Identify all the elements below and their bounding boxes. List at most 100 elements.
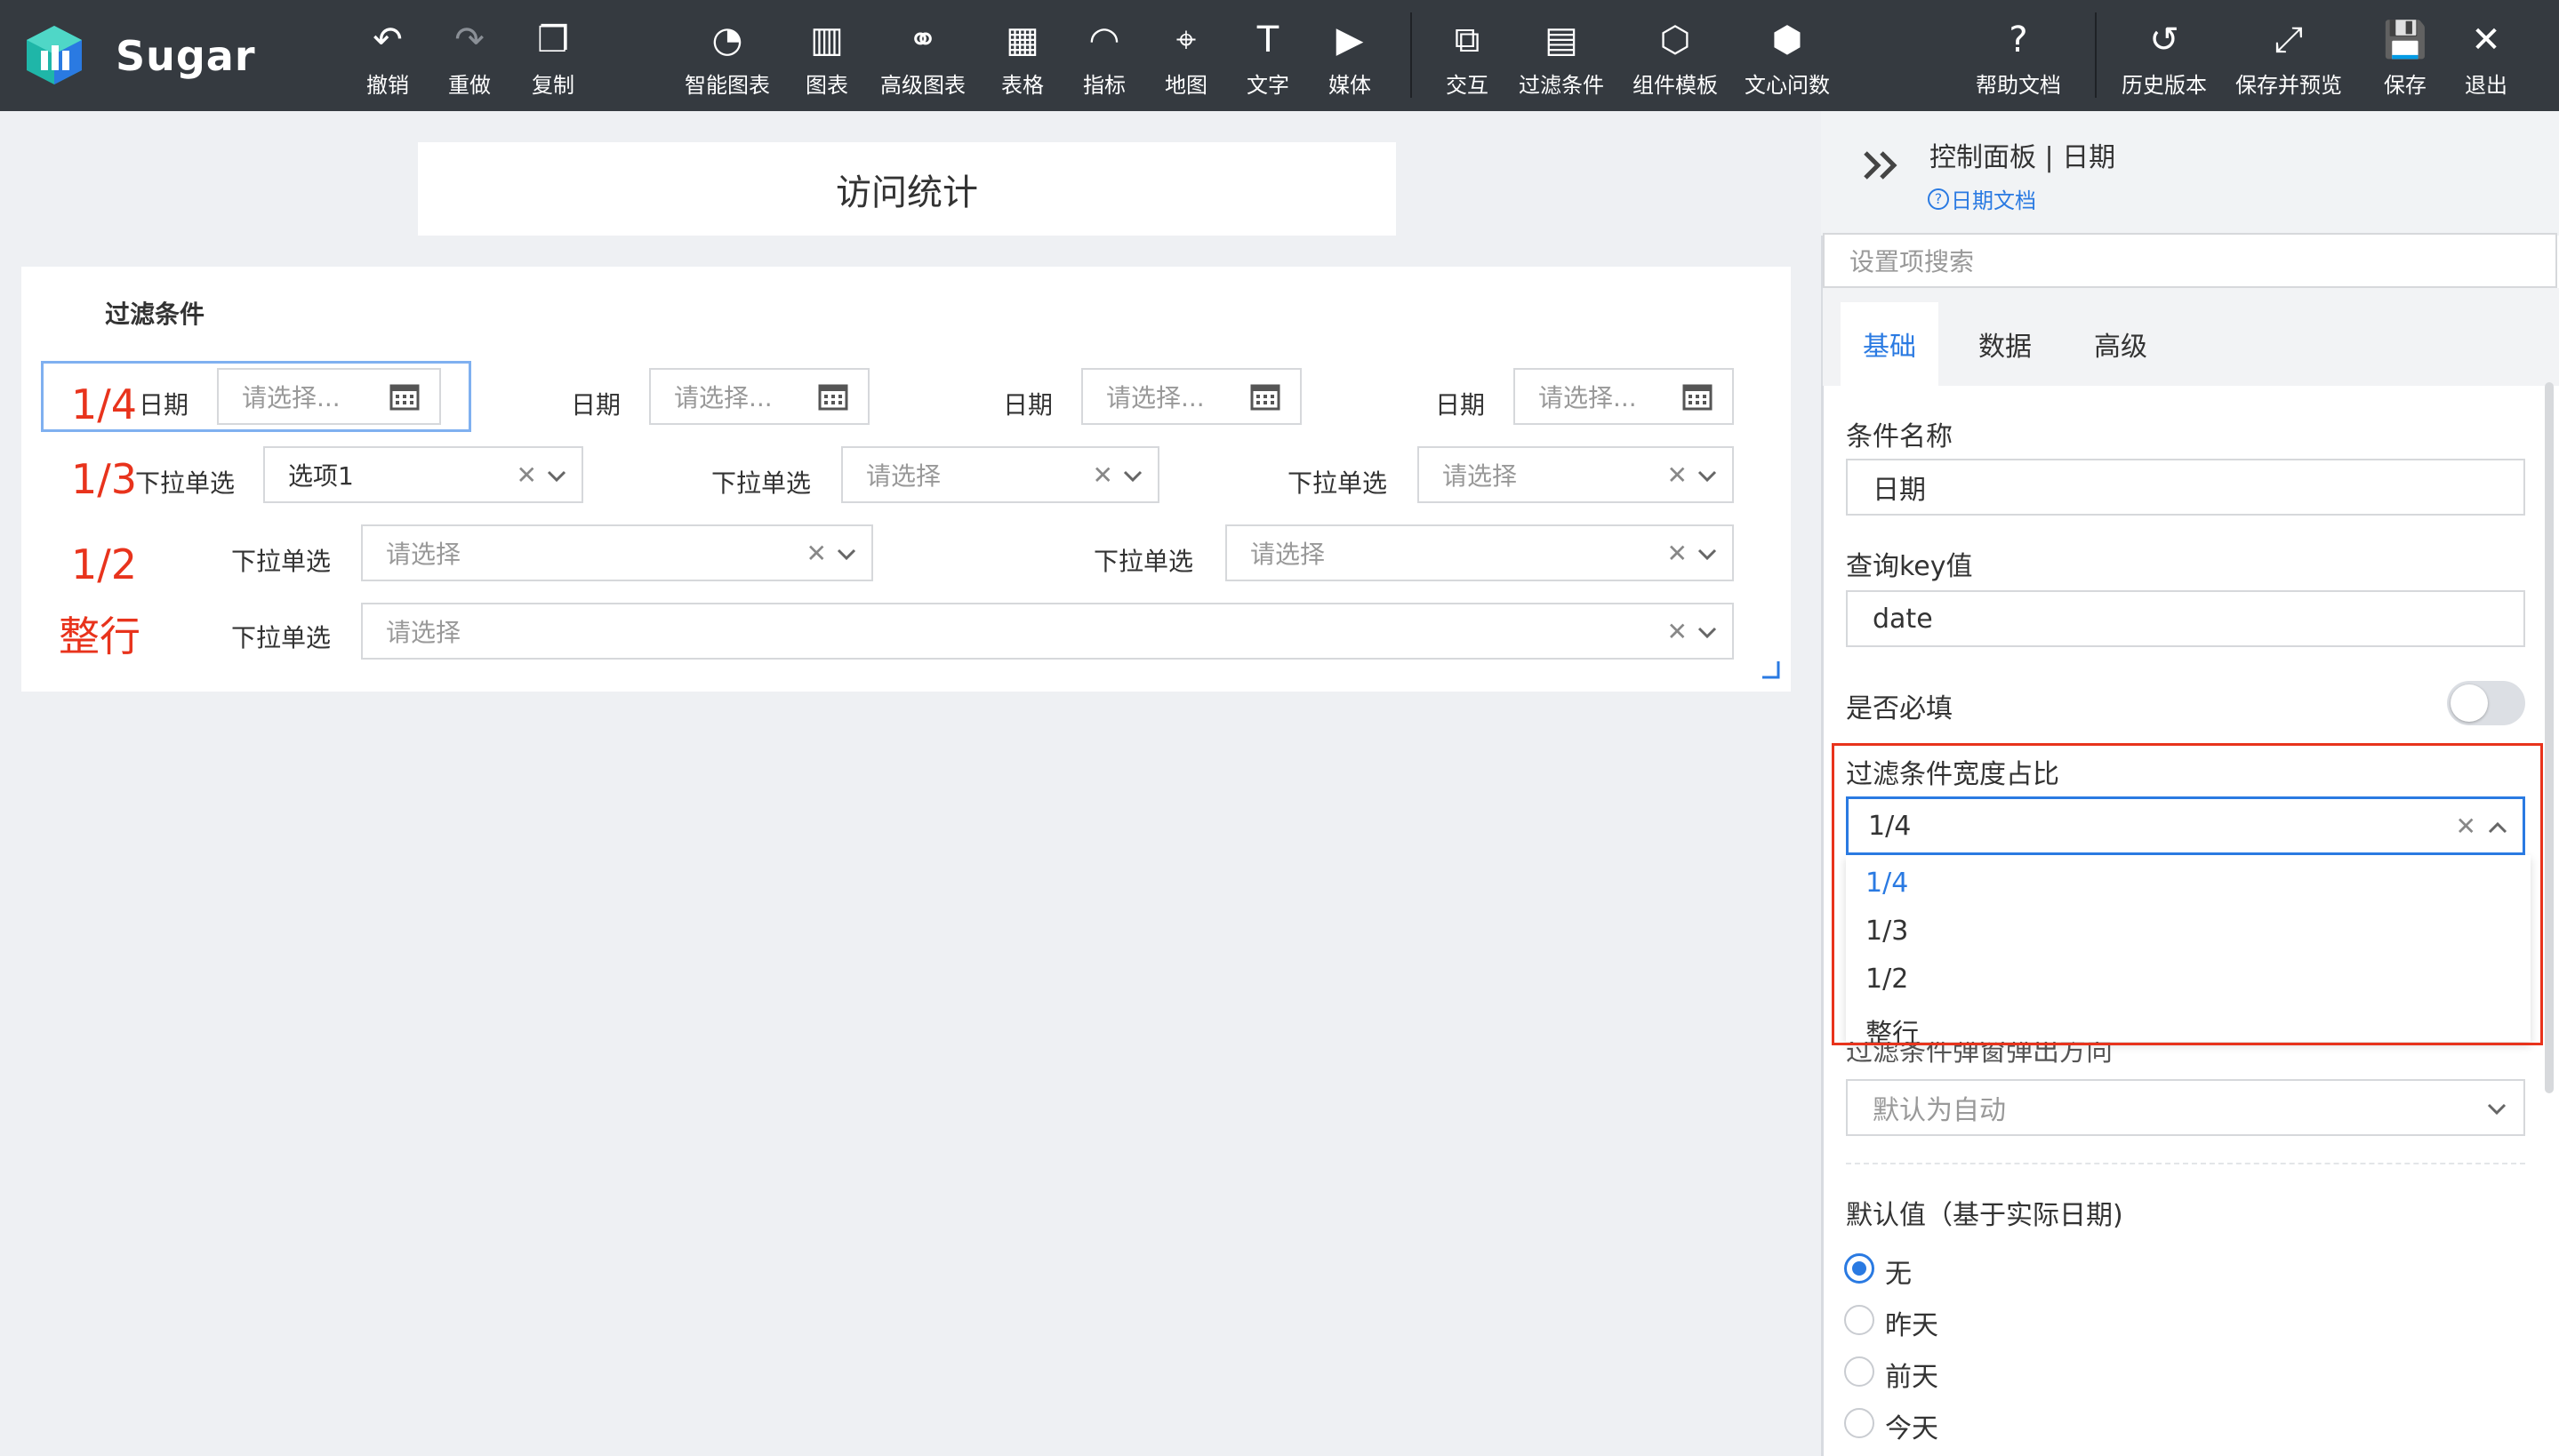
calendar-icon (1250, 384, 1280, 411)
chevron-down-icon (1123, 470, 1143, 483)
highlight-box (1832, 743, 2543, 1045)
exit-label: 退出 (2465, 73, 2507, 98)
undo-button[interactable]: ↶ 撤销 (366, 16, 409, 105)
redo-icon: ↷ (454, 20, 485, 60)
clear-icon[interactable]: ✕ (1667, 617, 1688, 646)
clear-icon[interactable]: ✕ (1667, 460, 1688, 490)
tab-data[interactable]: 数据 (1956, 302, 2054, 386)
exit-button[interactable]: ✕ 退出 (2465, 16, 2507, 105)
annotation-half: 1/2 (71, 540, 138, 588)
radio-day-before[interactable] (1844, 1356, 1874, 1387)
calendar-icon (389, 384, 420, 411)
panel-scrollbar[interactable] (2545, 382, 2554, 1093)
play-icon: ▶ (1336, 20, 1364, 60)
save-preview-label: 保存并预览 (2235, 73, 2342, 98)
dropdown-select[interactable]: 请选择 ✕ (841, 446, 1159, 503)
annotation-third: 1/3 (71, 455, 138, 503)
radio-none-label: 无 (1885, 1259, 1912, 1290)
annotation-quarter: 1/4 (71, 380, 138, 428)
chart-button[interactable]: ▥ 图表 (806, 16, 848, 105)
popup-direction-select[interactable]: 默认为自动 (1846, 1079, 2525, 1136)
smart-chart-button[interactable]: ◔ 智能图表 (685, 16, 770, 105)
section-divider (1846, 1163, 2525, 1164)
dropdown-placeholder: 请选择 (1250, 540, 1326, 569)
copy-label: 复制 (532, 73, 574, 98)
advanced-chart-label: 高级图表 (880, 73, 966, 98)
control-panel-title: 控制面板 | 日期 (1929, 142, 2116, 173)
interaction-button[interactable]: ⧉ 交互 (1446, 16, 1488, 105)
map-button[interactable]: ⌖ 地图 (1165, 16, 1207, 105)
bar-chart-icon: ▥ (810, 20, 844, 60)
dropdown-select[interactable]: 请选择 ✕ (361, 524, 873, 581)
cube-icon: ⬡ (1659, 20, 1691, 60)
advanced-chart-button[interactable]: ⚭ 高级图表 (880, 16, 966, 105)
date-input[interactable]: 请选择... (217, 368, 441, 425)
radio-today[interactable] (1844, 1408, 1874, 1438)
toggle-knob (2451, 684, 2488, 722)
dropdown-placeholder: 请选择 (1442, 461, 1518, 491)
table-label: 表格 (1001, 73, 1044, 98)
settings-search-input[interactable]: 设置项搜索 (1823, 233, 2557, 288)
save-label: 保存 (2383, 73, 2427, 98)
dropdown-select[interactable]: 选项1 ✕ (263, 446, 583, 503)
radio-none[interactable] (1844, 1253, 1874, 1284)
query-key-input[interactable]: date (1846, 590, 2525, 647)
advanced-chart-icon: ⚭ (908, 20, 938, 60)
date-input[interactable]: 请选择... (649, 368, 870, 425)
popup-direction-placeholder: 默认为自动 (1873, 1095, 2006, 1126)
text-icon: T (1256, 20, 1280, 60)
condition-name-input[interactable]: 日期 (1846, 459, 2525, 516)
clear-icon[interactable]: ✕ (1667, 539, 1688, 568)
radio-yesterday[interactable] (1844, 1305, 1874, 1335)
interaction-icon: ⧉ (1454, 20, 1480, 60)
media-button[interactable]: ▶ 媒体 (1328, 16, 1371, 105)
gauge-icon: ◠ (1088, 20, 1120, 60)
expand-icon: ⤢ (2274, 20, 2303, 60)
tab-advanced[interactable]: 高级 (2072, 302, 2170, 386)
radio-day-before-label: 前天 (1885, 1362, 1938, 1393)
component-template-button[interactable]: ⬡ 组件模板 (1632, 16, 1718, 105)
help-button[interactable]: ? 帮助文档 (1976, 16, 2061, 105)
table-icon: ▦ (1006, 20, 1039, 60)
date-input[interactable]: 请选择... (1513, 368, 1734, 425)
clear-icon[interactable]: ✕ (806, 539, 827, 568)
chevron-down-icon (837, 548, 856, 561)
text-button[interactable]: T 文字 (1247, 16, 1289, 105)
indicator-button[interactable]: ◠ 指标 (1083, 16, 1126, 105)
chevron-down-icon (1697, 548, 1717, 561)
copy-button[interactable]: ❐ 复制 (532, 16, 574, 105)
page-title[interactable]: 访问统计 (418, 142, 1396, 236)
date-input[interactable]: 请选择... (1081, 368, 1302, 425)
resize-handle-icon[interactable] (1761, 660, 1780, 679)
calendar-icon (1682, 384, 1713, 411)
dropdown-select[interactable]: 请选择 ✕ (1225, 524, 1734, 581)
collapse-panel-icon[interactable] (1862, 148, 1901, 183)
date-placeholder: 请选择... (674, 383, 773, 412)
tab-basic[interactable]: 基础 (1841, 302, 1938, 386)
smart-chart-icon: ◔ (711, 20, 743, 60)
clear-icon[interactable]: ✕ (1093, 460, 1113, 490)
save-button[interactable]: 💾 保存 (2383, 16, 2427, 105)
history-button[interactable]: ↺ 历史版本 (2122, 16, 2207, 105)
dropdown-select[interactable]: 请选择 ✕ (1417, 446, 1734, 503)
history-label: 历史版本 (2122, 73, 2207, 98)
component-template-label: 组件模板 (1632, 73, 1718, 98)
dropdown-placeholder: 请选择 (386, 618, 461, 647)
redo-button[interactable]: ↷ 重做 (448, 16, 491, 105)
save-preview-button[interactable]: ⤢ 保存并预览 (2235, 16, 2342, 105)
table-button[interactable]: ▦ 表格 (1001, 16, 1044, 105)
close-icon: ✕ (2471, 20, 2501, 60)
dropdown-select[interactable]: 请选择 ✕ (361, 603, 1734, 660)
help-label: 帮助文档 (1976, 73, 2061, 98)
dropdown-value: 选项1 (288, 461, 354, 491)
clear-icon[interactable]: ✕ (517, 460, 537, 490)
date-doc-link[interactable]: ? 日期文档 (1928, 183, 2036, 214)
filter-label: 过滤条件 (1519, 73, 1604, 98)
help-icon: ? (2009, 20, 2028, 60)
wenxin-button[interactable]: ⬢ 文心问数 (1745, 16, 1830, 105)
map-label: 地图 (1165, 73, 1207, 98)
history-icon: ↺ (2149, 20, 2179, 60)
filter-button[interactable]: ▤ 过滤条件 (1519, 16, 1604, 105)
dropdown-label: 下拉单选 (1094, 547, 1194, 576)
indicator-label: 指标 (1083, 73, 1126, 98)
